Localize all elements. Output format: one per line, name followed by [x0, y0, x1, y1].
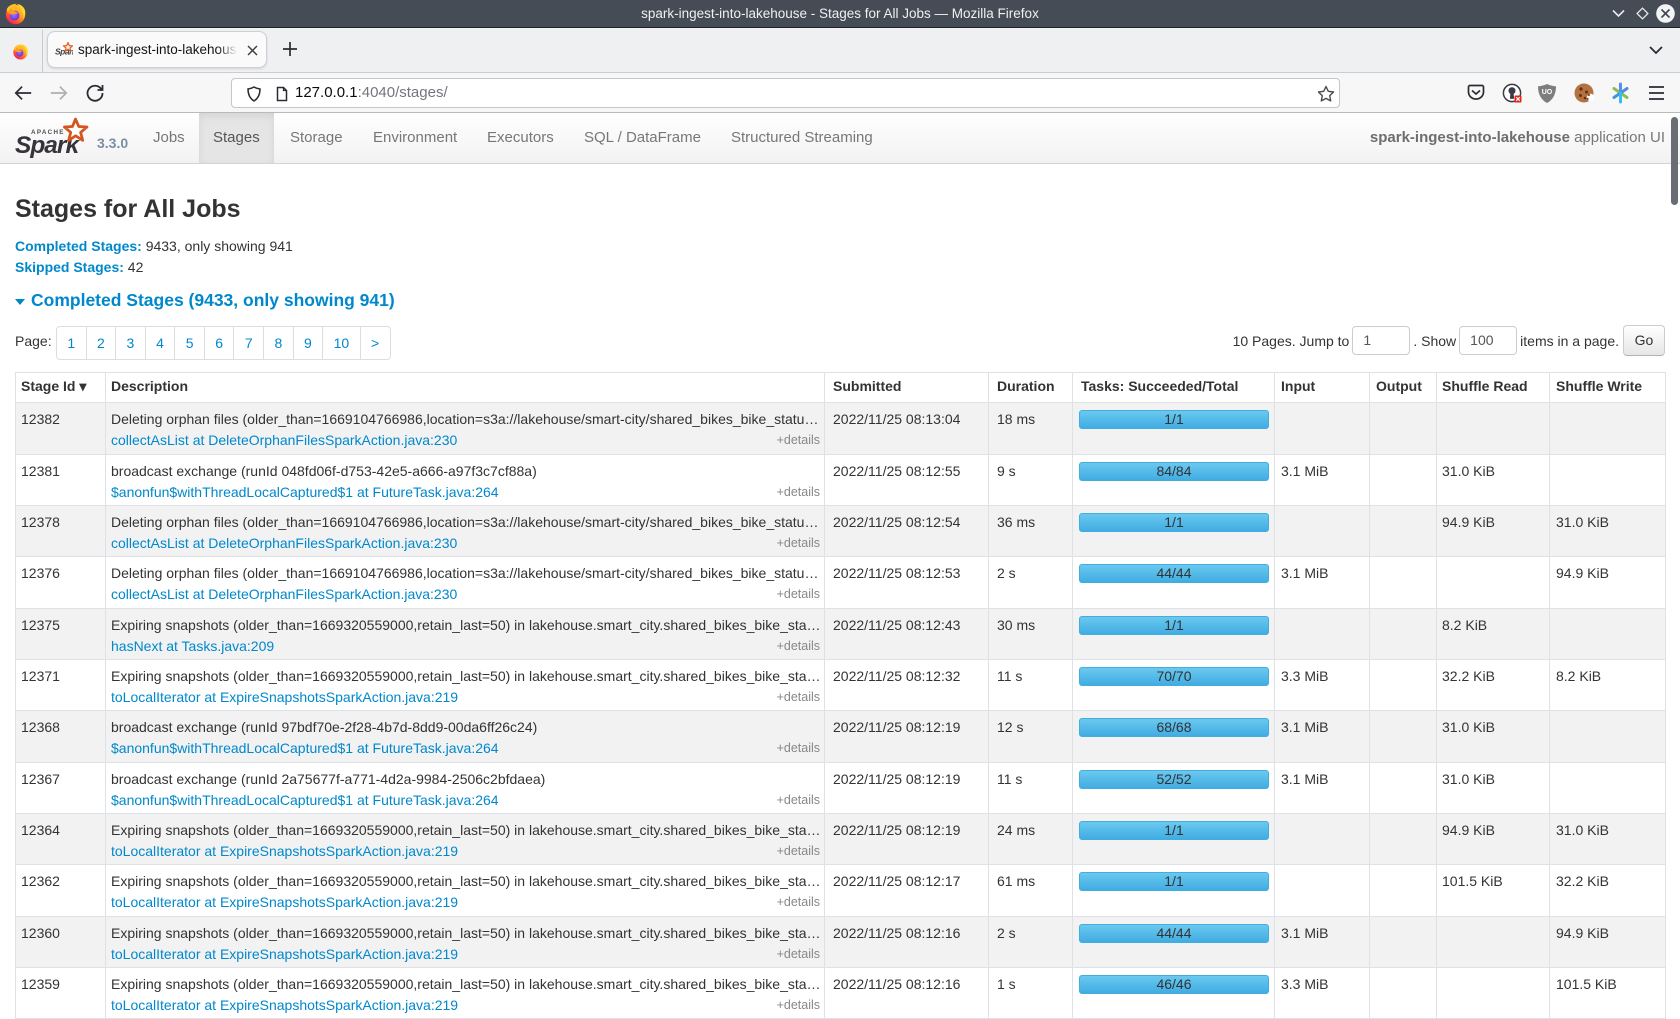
svg-text:UO: UO: [1542, 89, 1553, 96]
